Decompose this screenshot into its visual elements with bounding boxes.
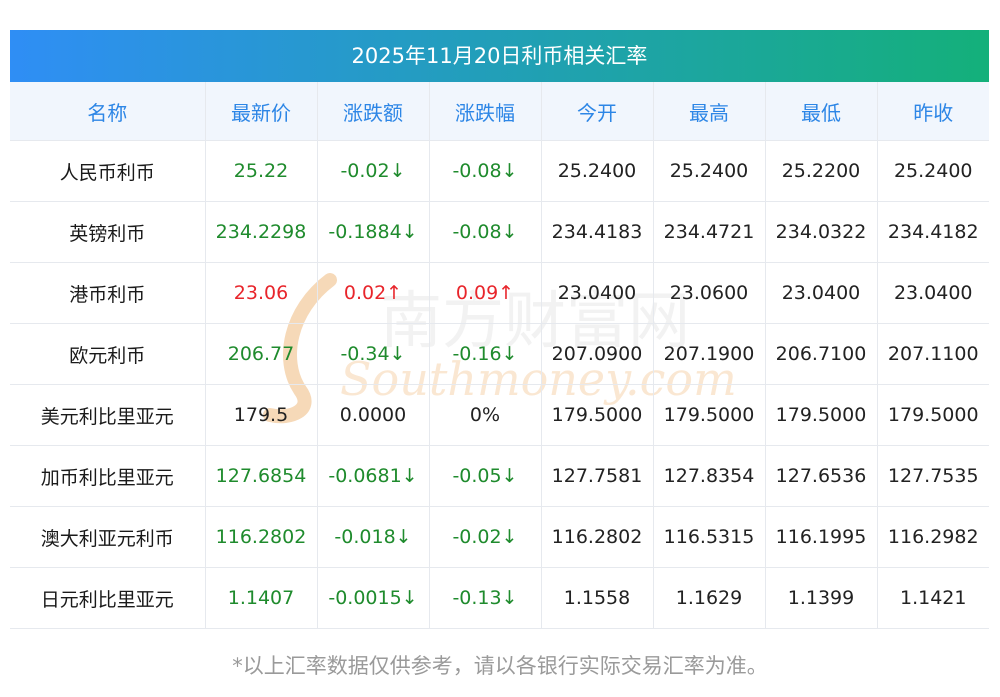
cell-low: 23.0400 (765, 262, 878, 324)
table-row: 澳大利亚元利币 116.2802 -0.018↓ -0.02↓ 116.2802 116.… (10, 506, 989, 568)
header-prev-close: 昨收 (877, 82, 989, 141)
cell-change: -0.0015↓ (317, 567, 430, 629)
cell-name: 英镑利币 (10, 201, 206, 263)
cell-low: 116.1995 (765, 506, 878, 568)
cell-open: 25.2400 (541, 140, 654, 202)
cell-change-pct: -0.08↓ (429, 140, 542, 202)
table-row: 欧元利币 206.77 -0.34↓ -0.16↓ 207.0900 207.1900 20… (10, 323, 989, 385)
cell-change: -0.0681↓ (317, 445, 430, 507)
cell-latest-price: 25.22 (205, 140, 318, 202)
cell-name: 日元利比里亚元 (10, 567, 206, 629)
cell-change-pct: 0% (429, 384, 542, 446)
cell-low: 127.6536 (765, 445, 878, 507)
cell-name: 澳大利亚元利币 (10, 506, 206, 568)
cell-name: 加币利比里亚元 (10, 445, 206, 507)
cell-prev-close: 207.1100 (877, 323, 989, 385)
rate-table-container: 2025年11月20日利币相关汇率 名称 最新价 涨跌额 涨跌幅 今开 最高 最… (10, 30, 989, 629)
table-row: 加币利比里亚元 127.6854 -0.0681↓ -0.05↓ 127.7581 127… (10, 445, 989, 507)
cell-change: -0.1884↓ (317, 201, 430, 263)
cell-high: 116.5315 (653, 506, 766, 568)
cell-prev-close: 127.7535 (877, 445, 989, 507)
cell-open: 207.0900 (541, 323, 654, 385)
cell-prev-close: 25.2400 (877, 140, 989, 202)
header-low: 最低 (765, 82, 878, 141)
cell-change: -0.018↓ (317, 506, 430, 568)
cell-low: 179.5000 (765, 384, 878, 446)
cell-change-pct: -0.08↓ (429, 201, 542, 263)
cell-prev-close: 179.5000 (877, 384, 989, 446)
cell-change-pct: -0.02↓ (429, 506, 542, 568)
cell-prev-close: 234.4182 (877, 201, 989, 263)
cell-change: -0.34↓ (317, 323, 430, 385)
cell-open: 179.5000 (541, 384, 654, 446)
cell-open: 127.7581 (541, 445, 654, 507)
cell-change: -0.02↓ (317, 140, 430, 202)
cell-latest-price: 1.1407 (205, 567, 318, 629)
cell-name: 美元利比里亚元 (10, 384, 206, 446)
cell-latest-price: 127.6854 (205, 445, 318, 507)
cell-name: 港币利币 (10, 262, 206, 324)
table-row: 日元利比里亚元 1.1407 -0.0015↓ -0.13↓ 1.1558 1.1629 1… (10, 567, 989, 629)
cell-change-pct: -0.13↓ (429, 567, 542, 629)
cell-change-pct: -0.05↓ (429, 445, 542, 507)
cell-latest-price: 23.06 (205, 262, 318, 324)
cell-low: 1.1399 (765, 567, 878, 629)
header-change-pct: 涨跌幅 (429, 82, 542, 141)
table-title: 2025年11月20日利币相关汇率 (10, 30, 989, 82)
cell-high: 207.1900 (653, 323, 766, 385)
cell-latest-price: 116.2802 (205, 506, 318, 568)
cell-low: 234.0322 (765, 201, 878, 263)
cell-high: 234.4721 (653, 201, 766, 263)
disclaimer-note: *以上汇率数据仅供参考，请以各银行实际交易汇率为准。 (232, 654, 768, 678)
cell-latest-price: 206.77 (205, 323, 318, 385)
cell-open: 116.2802 (541, 506, 654, 568)
cell-prev-close: 23.0400 (877, 262, 989, 324)
cell-prev-close: 1.1421 (877, 567, 989, 629)
header-open: 今开 (541, 82, 654, 141)
table-row: 美元利比里亚元 179.5 0.0000 0% 179.5000 179.5000 179.… (10, 384, 989, 446)
cell-name: 欧元利币 (10, 323, 206, 385)
header-latest: 最新价 (205, 82, 318, 141)
cell-change: 0.0000 (317, 384, 430, 446)
header-name: 名称 (10, 82, 206, 141)
cell-change: 0.02↑ (317, 262, 430, 324)
cell-high: 23.0600 (653, 262, 766, 324)
cell-high: 1.1629 (653, 567, 766, 629)
cell-open: 23.0400 (541, 262, 654, 324)
cell-latest-price: 234.2298 (205, 201, 318, 263)
cell-low: 25.2200 (765, 140, 878, 202)
cell-name: 人民币利币 (10, 140, 206, 202)
cell-high: 127.8354 (653, 445, 766, 507)
header-row: 名称 最新价 涨跌额 涨跌幅 今开 最高 最低 昨收 (10, 82, 989, 141)
table-row: 人民币利币 25.22 -0.02↓ -0.08↓ 25.2400 25.2400 25.2… (10, 140, 989, 202)
table-row: 英镑利币 234.2298 -0.1884↓ -0.08↓ 234.4183 234.47… (10, 201, 989, 263)
cell-open: 1.1558 (541, 567, 654, 629)
cell-open: 234.4183 (541, 201, 654, 263)
cell-change-pct: -0.16↓ (429, 323, 542, 385)
exchange-rate-table: 名称 最新价 涨跌额 涨跌幅 今开 最高 最低 昨收 人民币利币 25.22 -0.… (10, 82, 989, 629)
header-change: 涨跌额 (317, 82, 430, 141)
cell-low: 206.7100 (765, 323, 878, 385)
cell-high: 179.5000 (653, 384, 766, 446)
cell-prev-close: 116.2982 (877, 506, 989, 568)
cell-latest-price: 179.5 (205, 384, 318, 446)
cell-change-pct: 0.09↑ (429, 262, 542, 324)
table-row: 港币利币 23.06 0.02↑ 0.09↑ 23.0400 23.0600 23.0400… (10, 262, 989, 324)
header-high: 最高 (653, 82, 766, 141)
cell-high: 25.2400 (653, 140, 766, 202)
